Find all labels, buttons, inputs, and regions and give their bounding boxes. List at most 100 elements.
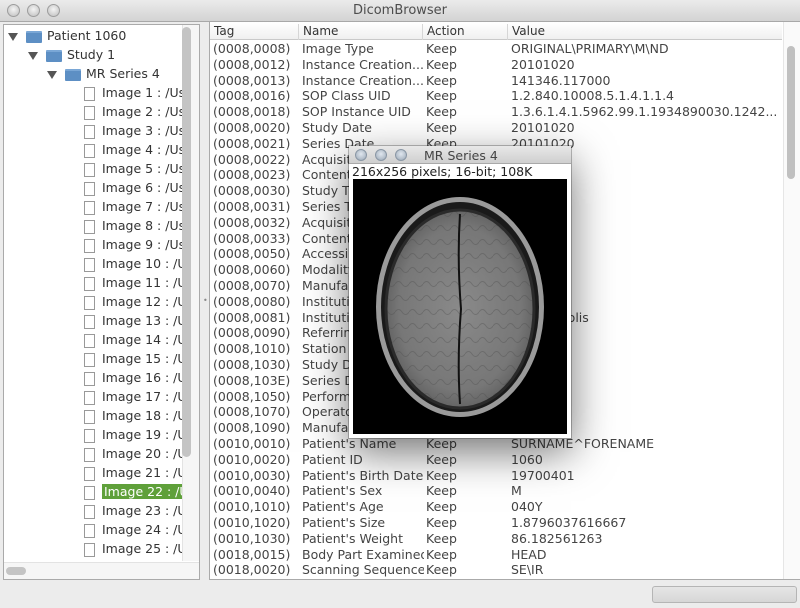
cell-tag: (0008,0022)	[213, 151, 291, 167]
cell-tag: (0018,0020)	[213, 562, 291, 578]
document-icon	[84, 333, 95, 348]
close-viewer-button[interactable]	[355, 149, 367, 161]
disclosure-triangle-icon[interactable]	[8, 32, 18, 41]
cell-value: 141346.117000	[511, 72, 611, 88]
tree-item-image[interactable]: Image 18 : /U	[84, 406, 187, 425]
tree-item-image[interactable]: Image 2 : /Us	[84, 102, 185, 121]
cell-action: Keep	[426, 41, 457, 56]
column-header-name[interactable]: Name	[298, 24, 338, 40]
cell-tag: (0010,1020)	[213, 514, 291, 530]
column-header-tag[interactable]: Tag	[210, 24, 234, 40]
cell-tag: (0008,0020)	[213, 119, 291, 135]
folder-icon	[46, 49, 62, 62]
document-icon	[84, 105, 95, 120]
split-pane-divider[interactable]: •	[203, 296, 208, 305]
tree-item-image[interactable]: Image 24 : /U	[84, 520, 187, 539]
tree-item-image[interactable]: Image 21 : /U	[84, 463, 187, 482]
image-viewer-window[interactable]: MR Series 4 216x256 pixels; 16-bit; 108K	[349, 146, 571, 438]
tree-horizontal-scrollbar[interactable]	[4, 562, 199, 579]
document-icon	[84, 276, 95, 291]
tree-item-label: Image 3 : /Us	[102, 123, 186, 138]
tree-item-image[interactable]: Image 20 : /U	[84, 444, 187, 463]
tree-item-image[interactable]: Image 17 : /U	[84, 387, 187, 406]
tree-item-image[interactable]: Image 3 : /Us	[84, 121, 185, 140]
cell-action: Keep	[426, 56, 457, 72]
table-row[interactable]: (0010,1020) Patient's Size Keep 1.879603761…	[210, 515, 782, 531]
tree-item-image[interactable]: Image 14 : /U	[84, 330, 187, 349]
tree-item-image[interactable]: Image 16 : /U	[84, 368, 187, 387]
tree-item-label: MR Series 4	[86, 66, 160, 81]
tree-item-image[interactable]: Image 8 : /Us	[84, 216, 185, 235]
minimize-viewer-button[interactable]	[375, 149, 387, 161]
document-icon	[84, 371, 95, 386]
document-icon	[84, 124, 95, 139]
table-row[interactable]: (0008,0008) Image Type Keep ORIGINAL\PRIMAR…	[210, 41, 782, 57]
table-row[interactable]: (0008,0012) Instance Creation... Keep 20101…	[210, 57, 782, 73]
tree-item-label: Image 23 : /U	[102, 503, 187, 518]
document-icon	[84, 485, 95, 500]
column-header-value[interactable]: Value	[507, 24, 545, 40]
tree-item-label: Image 18 : /U	[102, 408, 187, 423]
table-vertical-scroll-thumb[interactable]	[787, 46, 795, 179]
cell-value: 86.182561263	[511, 530, 603, 546]
table-row[interactable]: (0010,0010) Patient's Name Keep SURNAME^FOR…	[210, 436, 782, 452]
tree-item-image[interactable]: Image 19 : /U	[84, 425, 187, 444]
zoom-viewer-button[interactable]	[395, 149, 407, 161]
tree-item-image[interactable]: Image 9 : /Us	[84, 235, 185, 254]
cell-tag: (0010,0010)	[213, 435, 291, 451]
tree-item-image[interactable]: Image 15 : /U	[84, 349, 187, 368]
tree-item-image[interactable]: Image 10 : /U	[84, 254, 187, 273]
disclosure-triangle-icon[interactable]	[47, 70, 57, 79]
cell-name: Patient's Weight	[302, 530, 403, 546]
table-row[interactable]: (0008,0020) Study Date Keep 20101020	[210, 120, 782, 136]
table-row[interactable]: (0008,0018) SOP Instance UID Keep 1.3.6.1.4…	[210, 104, 782, 120]
tree-item-image[interactable]: Image 23 : /U	[84, 501, 187, 520]
table-row[interactable]: (0018,0015) Body Part Examined Keep HEAD	[210, 547, 782, 563]
cell-name: Instance Creation...	[302, 56, 424, 72]
tree-item-patient[interactable]: Patient 1060	[8, 26, 126, 45]
tree-item-label: Image 13 : /U	[102, 313, 187, 328]
table-row[interactable]: (0010,1010) Patient's Age Keep 040Y	[210, 499, 782, 515]
tree-item-image[interactable]: Image 4 : /Us	[84, 140, 185, 159]
file-tree: Patient 1060 Study 1 MR Series 4 Image 1…	[3, 24, 200, 580]
disclosure-triangle-icon[interactable]	[28, 51, 38, 60]
cell-name: Study Date	[302, 119, 372, 135]
table-row[interactable]: (0008,0016) SOP Class UID Keep 1.2.840.1000…	[210, 88, 782, 104]
tree-item-image[interactable]: Image 6 : /Us	[84, 178, 185, 197]
table-row[interactable]: (0010,1030) Patient's Weight Keep 86.182561…	[210, 531, 782, 547]
table-row[interactable]: (0010,0020) Patient ID Keep 1060	[210, 452, 782, 468]
tree-vertical-scroll-thumb[interactable]	[182, 27, 191, 457]
tree-item-series[interactable]: MR Series 4	[47, 64, 160, 83]
table-row[interactable]: (0008,0013) Instance Creation... Keep 14134…	[210, 73, 782, 89]
tree-item-image[interactable]: Image 1 : /Us	[84, 83, 185, 102]
cell-tag: (0008,0021)	[213, 135, 291, 151]
tree-item-image[interactable]: Image 5 : /Us	[84, 159, 185, 178]
document-icon	[84, 504, 95, 519]
cell-tag: (0008,0031)	[213, 198, 291, 214]
tree-item-image[interactable]: Image 22 : /U	[84, 482, 191, 501]
cell-value: SE\IR	[511, 562, 544, 578]
tree-item-image[interactable]: Image 7 : /Us	[84, 197, 185, 216]
cell-tag: (0008,0070)	[213, 277, 291, 293]
cell-name: Patient's Sex	[302, 483, 383, 499]
tree-item-image[interactable]: Image 11 : /U	[84, 273, 187, 292]
tree-item-study[interactable]: Study 1	[28, 45, 115, 64]
tree-item-image[interactable]: Image 12 : /U	[84, 292, 187, 311]
status-progress-bar	[652, 586, 797, 603]
tree-item-label: Image 10 : /U	[102, 256, 187, 271]
tree-item-label: Image 1 : /Us	[102, 85, 186, 100]
tree-item-label: Patient 1060	[47, 28, 127, 43]
column-header-action[interactable]: Action	[422, 24, 465, 40]
cell-tag: (0008,1070)	[213, 404, 291, 420]
tree-item-label: Image 8 : /Us	[102, 218, 186, 233]
table-row[interactable]: (0010,0040) Patient's Sex Keep M	[210, 483, 782, 499]
tree-item-image[interactable]: Image 13 : /U	[84, 311, 187, 330]
table-row[interactable]: (0010,0030) Patient's Birth Date Keep 19700…	[210, 468, 782, 484]
tree-horizontal-scroll-thumb[interactable]	[6, 567, 26, 575]
tree-item-image[interactable]: Image 25 : /U	[84, 539, 187, 558]
cell-value: 1.3.6.1.4.1.5962.99.1.1934890030.1242...	[511, 104, 778, 120]
tree-item-label: Image 11 : /U	[102, 275, 187, 290]
table-row[interactable]: (0018,0020) Scanning Sequence Keep SE\IR	[210, 562, 782, 578]
cell-tag: (0008,0012)	[213, 56, 291, 72]
image-viewer-title-bar[interactable]: MR Series 4	[349, 146, 571, 164]
